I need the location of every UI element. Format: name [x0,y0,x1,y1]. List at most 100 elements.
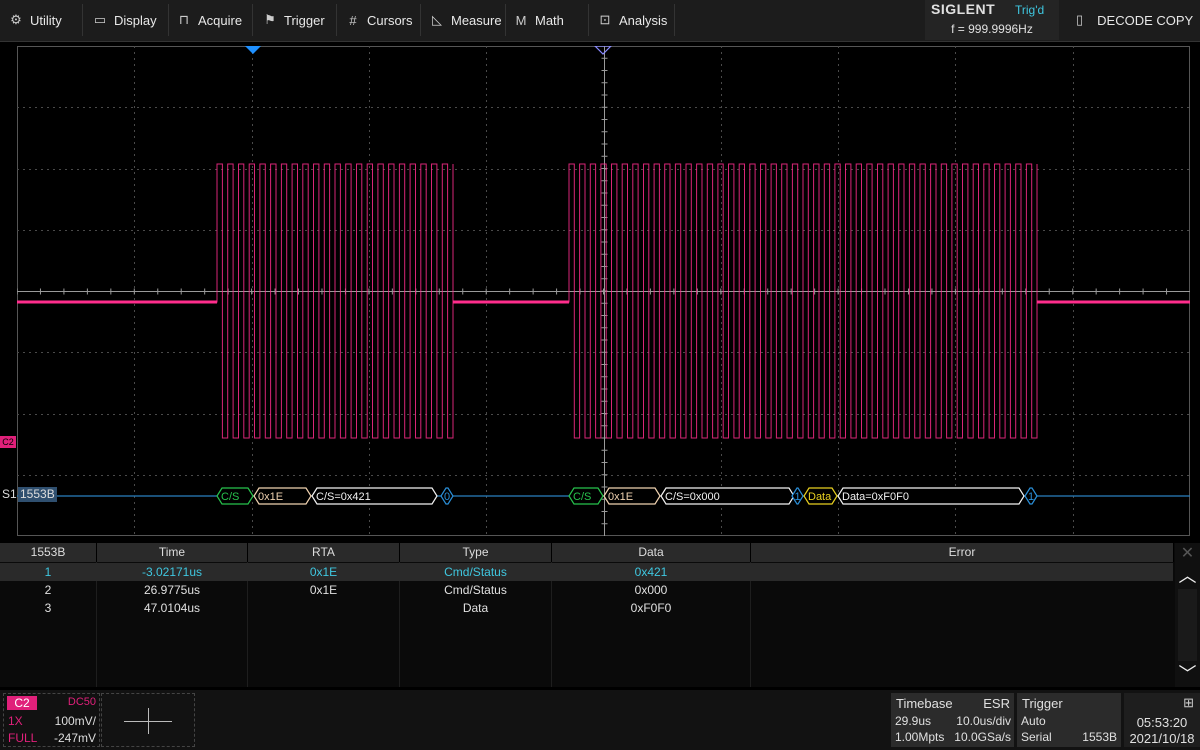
decode-segment[interactable]: C/S=0x421 [311,487,438,505]
cell-time: 26.9775us [143,583,201,597]
timebase-delay: 29.9us [895,714,932,728]
timebase-sample-rate: 10.0GSa/s [954,730,1011,744]
table-scrollbar[interactable]: ✕ ︿ ﹀ [1175,543,1200,687]
network-icon: ⊞ [1183,695,1194,710]
menu-measure[interactable]: ◺ Measure [429,0,502,40]
decode-segment[interactable]: 1 [1024,487,1038,505]
table-row[interactable]: 1 -3.02171us 0x1E Cmd/Status 0x421 [0,563,1173,581]
cell-index: 2 [44,583,52,597]
gear-icon: ⚙ [10,12,22,27]
cell-index: 1 [44,565,52,579]
channel-scale: 100mV/ [54,714,96,728]
close-icon[interactable]: ✕ [1175,543,1200,565]
ruler-icon: ◺ [432,12,442,27]
menu-analysis[interactable]: ⊡ Analysis [597,0,668,40]
menu-math[interactable]: M Math [513,0,564,40]
menu-acquire[interactable]: ⊓ Acquire [176,0,242,40]
add-channel-button[interactable] [101,693,195,747]
decode-segment-label: C/S=0x421 [316,491,371,503]
trigger-type: Serial [1021,730,1052,744]
channel-info-box[interactable]: C2 DC50 1X 100mV/ FULL -247mV [3,693,100,747]
cell-data: 0xF0F0 [630,601,672,615]
trigger-status: Trig'd [1015,3,1045,17]
cell-error [751,563,1173,581]
timebase-box[interactable]: Timebase ESR 29.9us 10.0us/div 1.00Mpts … [891,693,1014,747]
trigger-position-marker[interactable] [245,46,261,54]
flag-icon: ⚑ [264,12,276,27]
decode-segment-label: Data [808,491,832,503]
decode-segment[interactable]: 1 [791,487,804,505]
menu-utility[interactable]: ⚙ Utility [8,0,62,40]
bus-protocol-tag[interactable]: 1553B [18,487,57,502]
scrollbar-track[interactable] [1178,589,1197,661]
decode-segment[interactable]: Data=0xF0F0 [837,487,1025,505]
math-icon: M [515,12,527,28]
decode-segment-label: 1 [1028,491,1034,503]
monitor-icon: ▭ [93,12,107,27]
frequency-readout: f = 999.9996Hz [951,22,1033,36]
status-panel: SIGLENT Trig'd f = 999.9996Hz [925,0,1059,40]
trigger-box[interactable]: Trigger Auto Serial 1553B [1017,693,1121,747]
cell-type: Cmd/Status [444,583,507,597]
menu-cursors[interactable]: # Cursors [345,0,412,40]
decode-segment-label: C/S [573,491,591,503]
cursor-icon: # [349,12,357,28]
center-time-marker [594,46,612,55]
table-row[interactable]: 2 26.9775us 0x1E Cmd/Status 0x000 [0,581,1173,599]
acquire-icon: ⊓ [178,12,190,27]
decode-segment-label: 1 [794,491,800,503]
decode-segment-label: C/S=0x000 [665,491,720,503]
decode-segment[interactable]: C/S [216,487,254,505]
col-header-error[interactable]: Error [751,543,1174,562]
decode-segment[interactable]: Data [803,487,838,505]
cell-error [751,581,1173,599]
bus-label: S1 [2,487,17,501]
timebase-memory: 1.00Mpts [895,730,945,744]
decode-copy-button[interactable]: ▯ DECODE COPY [1062,0,1200,40]
cell-type: Cmd/Status [444,565,507,579]
cell-rta: 0x1E [309,583,338,597]
decode-segment-label: 0 [444,491,450,503]
cell-error [751,599,1173,617]
table-row[interactable]: 3 47.0104us Data 0xF0F0 [0,599,1173,617]
channel-probe: 1X [8,714,23,728]
menu-display[interactable]: ▭ Display [92,0,157,40]
channel-offset: -247mV [53,731,96,745]
channel-name: C2 [7,696,37,710]
menu-trigger[interactable]: ⚑ Trigger [262,0,325,40]
cell-time: -3.02171us [141,565,203,579]
timebase-title: Timebase [896,696,953,711]
bottom-status-bar: C2 DC50 1X 100mV/ FULL -247mV Timebase E… [0,690,1200,750]
col-header-index[interactable]: 1553B [0,543,97,562]
trigger-mode: Auto [1021,714,1046,728]
brand-logo: SIGLENT [931,1,996,17]
trigger-source: 1553B [1082,730,1117,744]
chevron-up-icon[interactable]: ︿ [1175,565,1200,587]
waveform-display[interactable]: C/S 0x1E C/S=0x421 0 C/S 0x1E C/S=0x000 1 Data Da… [17,46,1190,536]
col-header-data[interactable]: Data [552,543,751,562]
chevron-down-icon[interactable]: ﹀ [1175,663,1200,685]
decode-segment[interactable]: 0 [440,487,454,505]
decode-segment-label: Data=0xF0F0 [842,491,909,503]
channel-bandwidth: FULL [8,731,38,745]
decode-bus: C/S 0x1E C/S=0x421 0 C/S 0x1E C/S=0x000 1 Data Da… [17,487,1190,505]
decode-segment[interactable]: C/S [568,487,604,505]
decode-segment[interactable]: C/S=0x000 [660,487,795,505]
decode-segment[interactable]: 0x1E [253,487,312,505]
timebase-mode: ESR [983,696,1010,711]
col-header-rta[interactable]: RTA [248,543,400,562]
decode-segment-label: 0x1E [258,491,283,503]
clock-date: 2021/10/18 [1129,731,1195,746]
channel-offset-marker[interactable]: C2 [0,436,16,448]
trigger-title: Trigger [1022,696,1063,711]
col-header-time[interactable]: Time [97,543,248,562]
col-header-type[interactable]: Type [400,543,552,562]
cell-data: 0x421 [634,565,668,579]
cell-data: 0x000 [634,583,668,597]
decode-table: 1553B Time RTA Type Data Error 1 -3.0217… [0,543,1175,687]
decode-segment[interactable]: 0x1E [603,487,661,505]
top-menu-bar: ⚙ Utility ▭ Display ⊓ Acquire ⚑ Trigger # Cur… [0,0,1200,42]
analysis-icon: ⊡ [599,12,611,27]
decode-segment-label: 0x1E [608,491,633,503]
cell-index: 3 [44,601,52,615]
